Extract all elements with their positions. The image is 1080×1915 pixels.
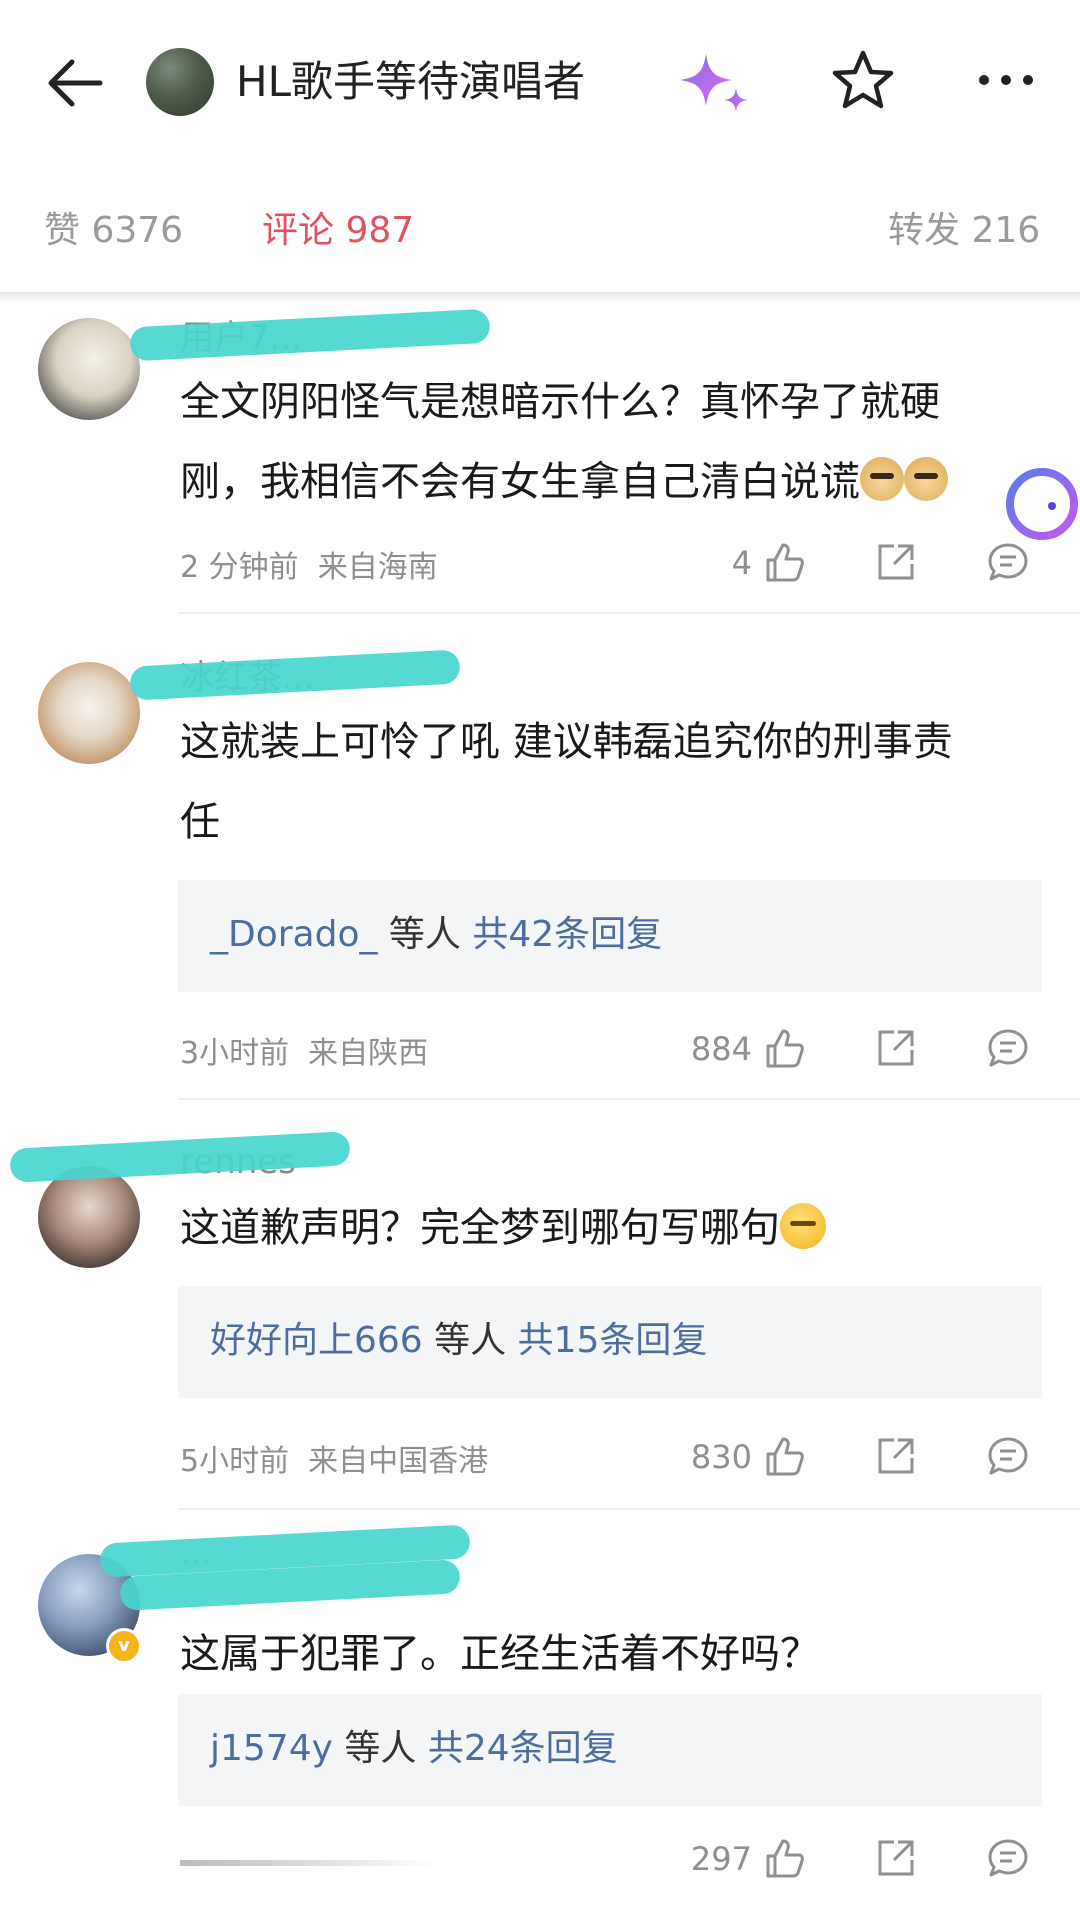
comment-text: 这道歉声明？完全梦到哪句写哪句 [180, 1188, 1030, 1268]
divider [178, 612, 1080, 614]
reply-summary-text: 好好向上666 等人 共15条回复 [210, 1320, 708, 1361]
back-arrow-icon[interactable] [40, 48, 110, 118]
comment-text-line: 全文阴阳怪气是想暗示什么？真怀孕了就硬 [180, 379, 940, 425]
like-count: 830 [690, 1438, 752, 1476]
reply-summary-text: _Dorado_ 等人 共42条回复 [210, 914, 663, 955]
reply-summary-text: j1574y 等人 共24条回复 [210, 1728, 618, 1769]
timestamp: 3小时前 [180, 1036, 290, 1071]
timestamp: 2 分钟前 [180, 550, 299, 585]
commenter-avatar[interactable] [38, 662, 140, 764]
doge-emoji-icon [860, 457, 904, 501]
comment-text: 这属于犯罪了。正经生活着不好吗？ [180, 1614, 1030, 1694]
tab-reposts[interactable]: 转发 216 [888, 208, 1040, 254]
share-icon[interactable] [874, 1434, 918, 1478]
commenter-avatar[interactable] [38, 1166, 140, 1268]
reply-icon[interactable] [986, 1836, 1030, 1880]
reply-summary[interactable]: j1574y 等人 共24条回复 [178, 1694, 1042, 1806]
timestamp: 5小时前 [180, 1444, 290, 1479]
like-count: 297 [690, 1840, 752, 1878]
location: 来自中国香港 [308, 1444, 489, 1479]
thumbs-up-icon[interactable] [762, 1434, 806, 1478]
top-bar: HL歌手等待演唱者 [0, 0, 1080, 160]
sparkle-icon[interactable] [676, 48, 756, 118]
comment-meta: 2 分钟前 来自海南 [180, 542, 438, 586]
comment-text-line: 这就装上可怜了吼 建议韩磊追究你的刑事责 [180, 719, 953, 765]
poster-avatar[interactable] [146, 48, 214, 116]
reply-username[interactable]: 好好向上666 [210, 1320, 423, 1361]
stats-tabs: 赞 6376 评论 987 转发 216 [0, 190, 1080, 276]
comment-meta: 5小时前 来自中国香港 [180, 1436, 488, 1480]
comment-text-line: 刚，我相信不会有女生拿自己清白说谎 [180, 442, 1030, 522]
like-count: 4 [731, 544, 752, 582]
reply-username[interactable]: _Dorado_ [210, 914, 377, 955]
location: 来自陕西 [308, 1036, 429, 1071]
reply-icon[interactable] [986, 540, 1030, 584]
thinking-emoji-icon [780, 1203, 826, 1249]
reply-icon[interactable] [986, 1434, 1030, 1478]
obscured-meta [180, 1860, 440, 1866]
share-icon[interactable] [874, 1836, 918, 1880]
tab-likes[interactable]: 赞 6376 [44, 208, 183, 254]
thumbs-up-icon[interactable] [762, 1836, 806, 1880]
reply-count-link[interactable]: 共42条回复 [472, 914, 662, 955]
comment-meta: 3小时前 来自陕西 [180, 1028, 428, 1072]
like-count: 884 [690, 1030, 752, 1068]
divider [178, 1098, 1080, 1100]
comment-text-line: 这道歉声明？完全梦到哪句写哪句 [180, 1188, 1030, 1268]
share-icon[interactable] [874, 540, 918, 584]
floating-assistant-icon[interactable] [1004, 466, 1080, 542]
share-icon[interactable] [874, 1026, 918, 1070]
page-title[interactable]: HL歌手等待演唱者 [236, 54, 585, 110]
comment-text-line: 这属于犯罪了。正经生活着不好吗？ [180, 1631, 820, 1677]
reply-icon[interactable] [986, 1026, 1030, 1070]
comment-text-line: 任 [180, 799, 220, 845]
star-icon[interactable] [830, 48, 896, 114]
tabs-divider [0, 292, 1080, 302]
tab-comments[interactable]: 评论 987 [262, 208, 414, 254]
reply-summary[interactable]: _Dorado_ 等人 共42条回复 [178, 880, 1042, 992]
reply-username[interactable]: j1574y [210, 1728, 333, 1769]
comment-text: 这就装上可怜了吼 建议韩磊追究你的刑事责 任 [180, 702, 1030, 862]
doge-emoji-icon [904, 457, 948, 501]
commenter-avatar[interactable] [38, 318, 140, 420]
reply-summary[interactable]: 好好向上666 等人 共15条回复 [178, 1286, 1042, 1398]
thumbs-up-icon[interactable] [762, 540, 806, 584]
reply-count-link[interactable]: 共24条回复 [428, 1728, 618, 1769]
comment-text: 全文阴阳怪气是想暗示什么？真怀孕了就硬 刚，我相信不会有女生拿自己清白说谎 [180, 362, 1030, 522]
reply-count-link[interactable]: 共15条回复 [518, 1320, 708, 1361]
verified-badge-icon: v [106, 1628, 142, 1664]
thumbs-up-icon[interactable] [762, 1026, 806, 1070]
location: 来自海南 [317, 550, 438, 585]
more-icon[interactable] [976, 60, 1036, 100]
divider [178, 1508, 1080, 1510]
